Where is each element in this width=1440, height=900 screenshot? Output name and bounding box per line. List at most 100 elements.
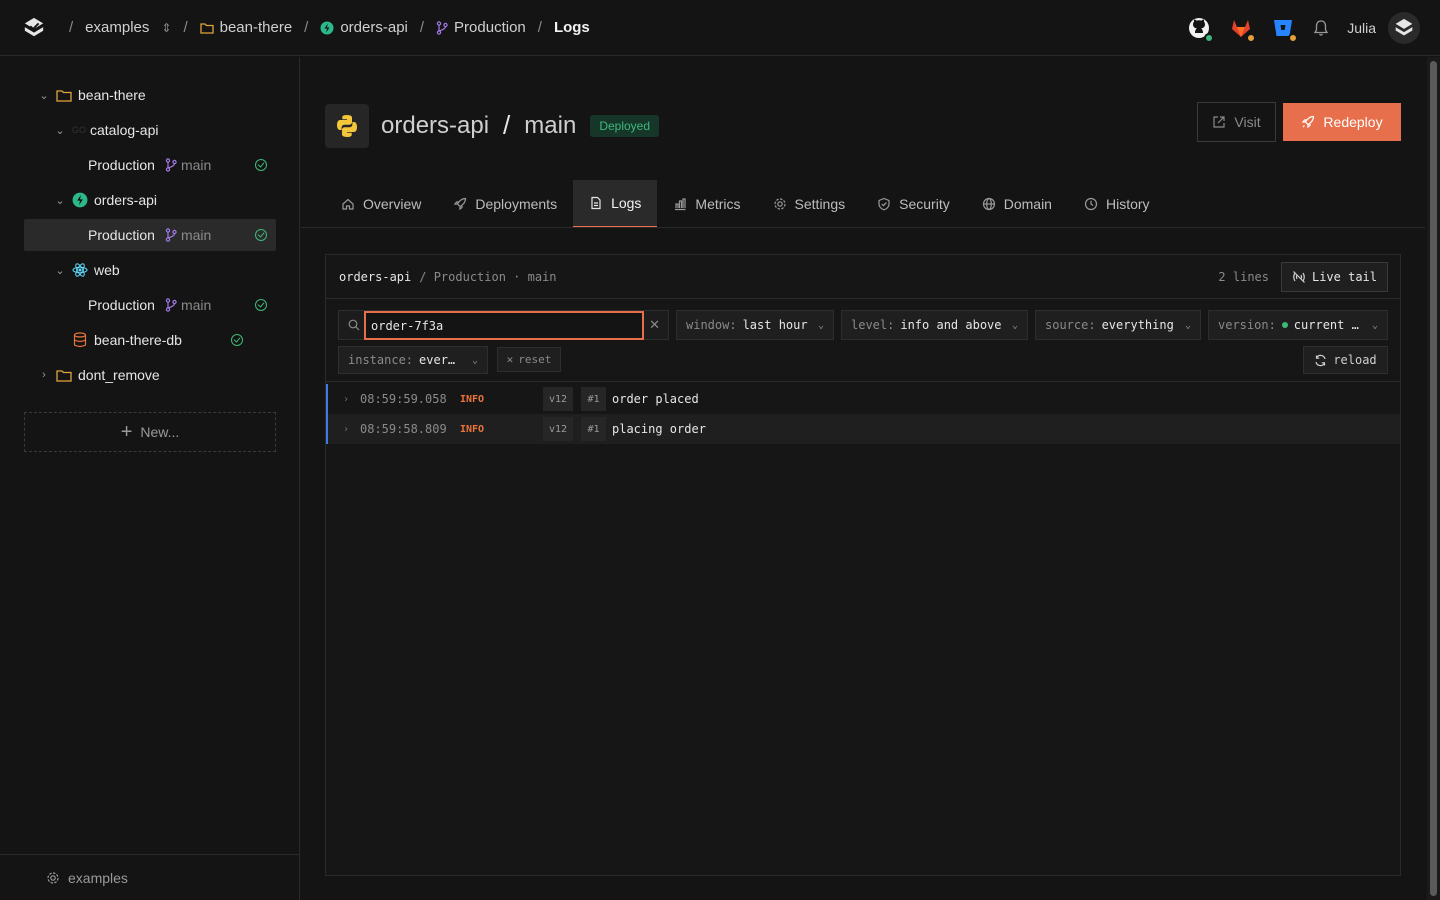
tab-logs[interactable]: Logs xyxy=(573,180,658,228)
branch-tag: main xyxy=(165,297,211,313)
redeploy-label: Redeploy xyxy=(1323,114,1383,130)
avatar[interactable] xyxy=(1388,12,1420,44)
external-link-icon xyxy=(1213,116,1225,128)
tree-item-database[interactable]: bean-there-db xyxy=(24,324,276,356)
chevron-right-icon[interactable]: › xyxy=(38,369,50,381)
breadcrumb-project[interactable]: bean-there xyxy=(199,19,292,36)
git-branch-icon xyxy=(436,20,448,35)
breadcrumb-environment[interactable]: Production xyxy=(436,19,526,36)
reset-button[interactable]: ✕ reset xyxy=(497,347,561,372)
line-count: 2 lines xyxy=(1218,270,1269,284)
log-row[interactable]: › 08:59:58.809 INFO v12 #1 placing order xyxy=(326,414,1400,444)
bell-icon[interactable] xyxy=(1313,19,1329,37)
service-name: orders-api xyxy=(381,111,490,139)
visit-button[interactable]: Visit xyxy=(1197,102,1276,142)
tab-label: Domain xyxy=(1003,196,1052,212)
log-search-input[interactable] xyxy=(364,311,644,340)
tree-item-orders-api[interactable]: ⌄ orders-api xyxy=(24,184,276,216)
new-button[interactable]: + New... xyxy=(24,412,276,452)
branch-tag: main xyxy=(165,227,211,243)
logs-panel-header: orders-api / Production · main 2 lines L… xyxy=(326,255,1400,299)
new-button-label: New... xyxy=(140,424,180,440)
git-branch-icon xyxy=(165,228,177,242)
breadcrumb-service-label: orders-api xyxy=(340,19,408,36)
gitlab-icon[interactable] xyxy=(1229,16,1257,43)
check-circle-icon xyxy=(255,229,267,241)
tab-metrics[interactable]: Metrics xyxy=(657,180,756,228)
redeploy-button[interactable]: Redeploy xyxy=(1283,103,1401,141)
workspace-settings[interactable]: examples xyxy=(0,854,299,900)
reload-button[interactable]: reload xyxy=(1303,346,1388,374)
main-scrollbar[interactable] xyxy=(1427,57,1440,900)
tree-item-catalog-api[interactable]: ⌄ GO catalog-api xyxy=(24,114,276,146)
filter-key: instance: xyxy=(348,353,414,367)
level-filter[interactable]: level: info and above ⌄ xyxy=(841,310,1028,340)
tab-label: Logs xyxy=(611,195,642,211)
user-name[interactable]: Julia xyxy=(1347,20,1376,36)
breadcrumb-service[interactable]: orders-api xyxy=(320,19,408,36)
chevron-down-icon[interactable]: ⌄ xyxy=(54,264,66,277)
tab-label: Security xyxy=(899,196,950,212)
breadcrumb-separator: / xyxy=(419,19,425,36)
visit-label: Visit xyxy=(1234,114,1261,130)
tabs-divider xyxy=(301,227,1425,228)
tab-domain[interactable]: Domain xyxy=(966,180,1068,228)
chevron-down-icon: ⌄ xyxy=(471,354,478,366)
chevron-down-icon[interactable]: ⌄ xyxy=(54,124,66,137)
tree-item-orders-production[interactable]: Production main xyxy=(24,219,276,251)
chevron-right-icon[interactable]: › xyxy=(343,394,349,405)
chevron-down-icon[interactable]: ⌄ xyxy=(38,89,50,102)
tree-item-label: catalog-api xyxy=(90,122,159,138)
globe-icon xyxy=(982,197,995,211)
chevron-down-icon[interactable]: ⌄ xyxy=(54,194,66,207)
tab-history[interactable]: History xyxy=(1068,180,1166,228)
git-branch-icon xyxy=(165,298,177,312)
python-icon xyxy=(325,104,369,148)
chevron-down-icon: ⌄ xyxy=(1371,319,1378,331)
tree-item-label: bean-there-db xyxy=(94,332,182,348)
scrollbar-thumb[interactable] xyxy=(1430,61,1437,896)
warning-status-dot xyxy=(1288,33,1299,43)
chevron-right-icon[interactable]: › xyxy=(343,424,349,435)
logs-environment-label: / Production · main xyxy=(419,269,557,284)
warning-status-dot xyxy=(1246,33,1257,43)
instance-filter[interactable]: instance: ever… ⌄ xyxy=(338,346,488,374)
gear-icon xyxy=(47,871,59,884)
status-badge: Deployed xyxy=(590,114,660,137)
react-icon xyxy=(72,263,88,277)
tab-bar: Overview Deployments Logs Metrics Settin… xyxy=(325,180,1166,228)
bitbucket-icon[interactable] xyxy=(1271,16,1299,43)
tree-item-label: dont_remove xyxy=(78,367,160,383)
logs-panel: orders-api / Production · main 2 lines L… xyxy=(325,254,1401,876)
window-filter[interactable]: window: last hour ⌄ xyxy=(676,310,834,340)
clear-search-icon[interactable]: ✕ xyxy=(649,317,660,333)
chevron-updown-icon: ⇕ xyxy=(161,20,172,35)
logo-icon[interactable] xyxy=(23,17,45,39)
tree-item-dont-remove[interactable]: › dont_remove xyxy=(24,359,276,391)
github-icon[interactable] xyxy=(1187,16,1215,43)
live-tail-button[interactable]: Live tail xyxy=(1281,262,1388,292)
log-search: ✕ xyxy=(338,310,669,340)
tree-item-catalog-production[interactable]: Production main xyxy=(24,149,276,181)
filter-value: ever… xyxy=(419,353,456,367)
breadcrumb-workspace[interactable]: examples ⇕ xyxy=(85,19,171,36)
tab-overview[interactable]: Overview xyxy=(325,180,437,228)
page-title: orders-api / main Deployed xyxy=(381,110,660,141)
tree-item-web-production[interactable]: Production main xyxy=(24,289,276,321)
tree-item-project[interactable]: ⌄ bean-there xyxy=(24,79,276,111)
tab-deployments[interactable]: Deployments xyxy=(437,180,573,228)
close-icon: ✕ xyxy=(506,353,514,366)
current-version-dot xyxy=(1281,322,1288,328)
log-timestamp: 08:59:59.058 xyxy=(360,392,447,406)
version-filter[interactable]: version: current … ⌄ xyxy=(1208,310,1388,340)
file-icon xyxy=(591,196,601,210)
breadcrumb-separator: / xyxy=(304,19,309,36)
tab-settings[interactable]: Settings xyxy=(757,180,862,228)
tree-item-web[interactable]: ⌄ web xyxy=(24,254,276,286)
log-row[interactable]: › 08:59:59.058 INFO v12 #1 order placed xyxy=(326,384,1400,414)
tab-security[interactable]: Security xyxy=(861,180,966,228)
tree-item-label: web xyxy=(94,262,120,278)
gear-icon xyxy=(773,198,786,210)
avatar-logo-icon xyxy=(1395,18,1413,36)
source-filter[interactable]: source: everything ⌄ xyxy=(1035,310,1201,340)
